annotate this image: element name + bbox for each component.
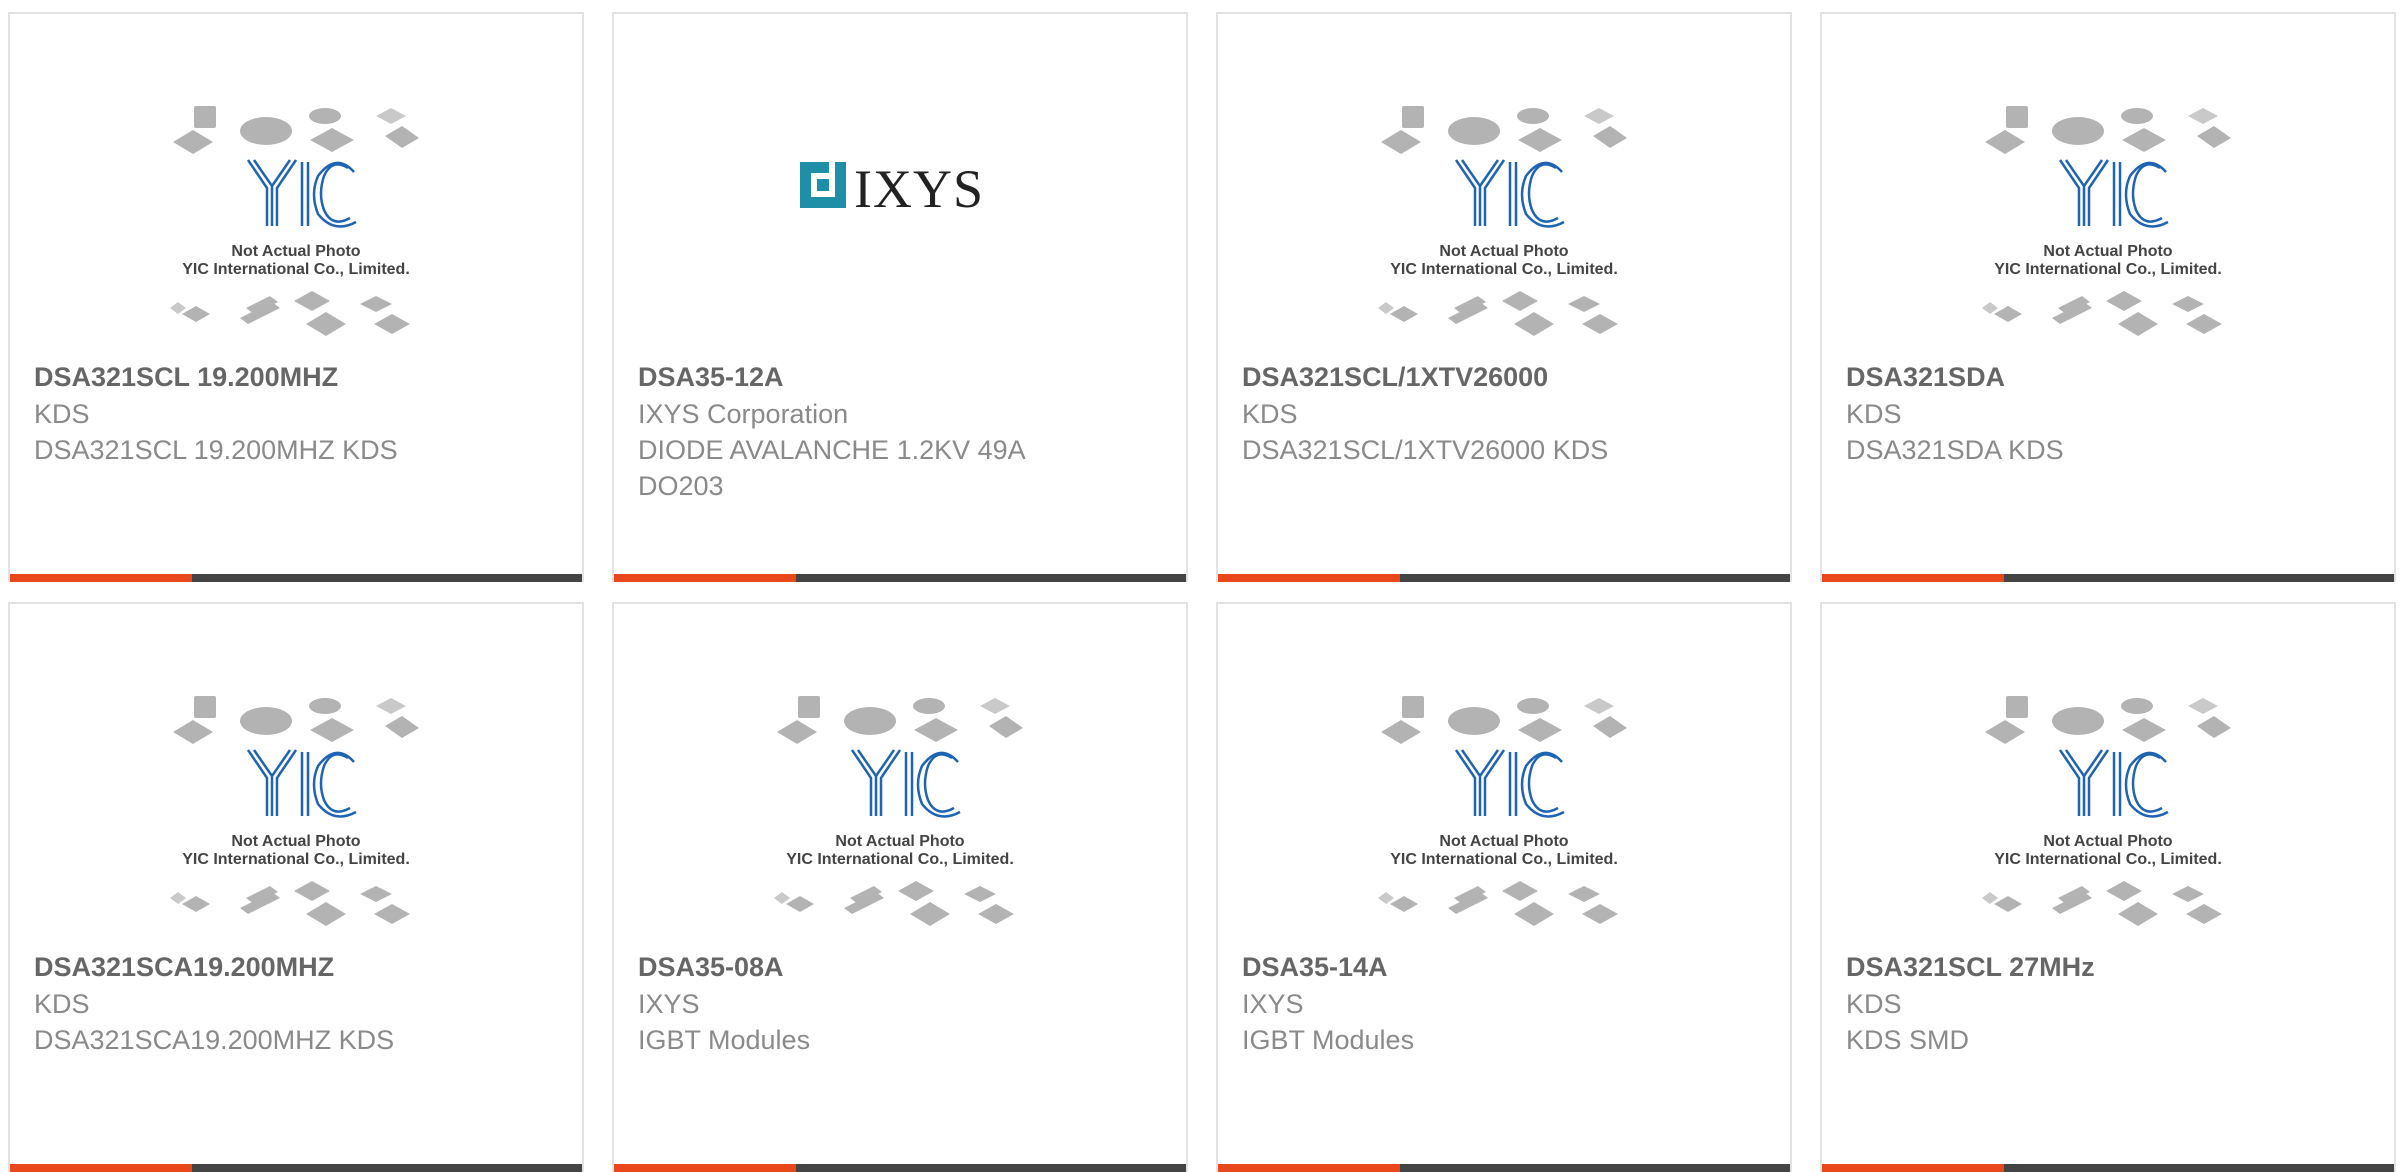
yic-placeholder-image: Not Actual Photo YIC International Co., … — [170, 696, 419, 926]
yic-placeholder-image: Not Actual Photo YIC International Co., … — [1982, 696, 2231, 926]
product-title[interactable]: DSA35-08A — [638, 950, 1178, 984]
product-image-logo[interactable]: IXYS — [614, 14, 1186, 354]
product-card[interactable]: Not Actual Photo YIC International Co., … — [8, 12, 584, 582]
svg-text:YIC International Co., Limited: YIC International Co., Limited. — [786, 851, 1014, 868]
product-description: KDS SMD — [1846, 1025, 1970, 1055]
card-accent-bar — [10, 1164, 192, 1172]
product-title[interactable]: DSA321SCA19.200MHZ — [34, 950, 574, 984]
svg-text:Not Actual Photo: Not Actual Photo — [231, 243, 360, 260]
product-card[interactable]: Not Actual Photo YIC International Co., … — [1216, 602, 1792, 1172]
product-brand: IXYS Corporation — [638, 399, 849, 429]
product-description: DSA321SCA19.200MHZ KDS — [34, 1025, 395, 1055]
svg-text:Not Actual Photo: Not Actual Photo — [1439, 243, 1568, 260]
svg-text:YIC International Co., Limited: YIC International Co., Limited. — [1994, 261, 2222, 278]
card-accent-bar — [614, 1164, 796, 1172]
product-title[interactable]: DSA35-12A — [638, 360, 1178, 394]
svg-text:YIC International Co., Limited: YIC International Co., Limited. — [1390, 851, 1618, 868]
card-bottom-bar — [614, 1164, 1186, 1172]
product-image-placeholder[interactable]: Not Actual Photo YIC International Co., … — [1218, 14, 1790, 354]
product-image-placeholder[interactable]: Not Actual Photo YIC International Co., … — [1218, 604, 1790, 944]
product-brand: KDS — [1242, 399, 1298, 429]
product-image-placeholder[interactable]: Not Actual Photo YIC International Co., … — [10, 604, 582, 944]
ixys-logo-icon — [800, 162, 846, 208]
card-bottom-bar — [1218, 1164, 1790, 1172]
product-card[interactable]: Not Actual Photo YIC International Co., … — [612, 602, 1188, 1172]
product-image-placeholder[interactable]: Not Actual Photo YIC International Co., … — [614, 604, 1186, 944]
product-brand: IXYS — [1242, 989, 1304, 1019]
product-title[interactable]: DSA35-14A — [1242, 950, 1782, 984]
svg-text:Not Actual Photo: Not Actual Photo — [1439, 833, 1568, 850]
card-accent-bar — [10, 574, 192, 582]
product-image-placeholder[interactable]: Not Actual Photo YIC International Co., … — [10, 14, 582, 354]
product-title[interactable]: DSA321SCL 27MHz — [1846, 950, 2386, 984]
ixys-logo-image: IXYS — [800, 159, 984, 219]
yic-placeholder-image: Not Actual Photo YIC International Co., … — [1378, 696, 1627, 926]
yic-placeholder-image: Not Actual Photo YIC International Co., … — [1982, 106, 2231, 336]
product-grid: Not Actual Photo YIC International Co., … — [0, 0, 2400, 1172]
svg-text:Not Actual Photo: Not Actual Photo — [835, 833, 964, 850]
product-description: IGBT Modules — [638, 1025, 811, 1055]
product-title[interactable]: DSA321SCL/1XTV26000 — [1242, 360, 1782, 394]
product-brand: KDS — [34, 989, 90, 1019]
yic-placeholder-image: Not Actual Photo YIC International Co., … — [1378, 106, 1627, 336]
card-accent-bar — [1822, 574, 2004, 582]
product-description: DSA321SCL 19.200MHZ KDS — [34, 435, 398, 465]
product-brand: KDS — [34, 399, 90, 429]
product-brand: KDS — [1846, 989, 1902, 1019]
card-bottom-bar — [1822, 574, 2394, 582]
svg-text:Not Actual Photo: Not Actual Photo — [2043, 243, 2172, 260]
product-card[interactable]: Not Actual Photo YIC International Co., … — [1216, 12, 1792, 582]
product-description: DIODE AVALANCHE 1.2KV 49A DO203 — [638, 435, 1025, 501]
card-accent-bar — [614, 574, 796, 582]
card-bottom-bar — [10, 1164, 582, 1172]
product-description: IGBT Modules — [1242, 1025, 1415, 1055]
svg-text:YIC International Co., Limited: YIC International Co., Limited. — [1390, 261, 1618, 278]
card-accent-bar — [1822, 1164, 2004, 1172]
product-card[interactable]: Not Actual Photo YIC International Co., … — [1820, 12, 2396, 582]
product-description: DSA321SDA KDS — [1846, 435, 2064, 465]
card-accent-bar — [1218, 1164, 1400, 1172]
product-title[interactable]: DSA321SCL 19.200MHZ — [34, 360, 574, 394]
svg-text:IXYS: IXYS — [854, 159, 984, 219]
product-card[interactable]: Not Actual Photo YIC International Co., … — [1820, 602, 2396, 1172]
card-accent-bar — [1218, 574, 1400, 582]
card-bottom-bar — [1822, 1164, 2394, 1172]
svg-text:YIC International Co., Limited: YIC International Co., Limited. — [182, 851, 410, 868]
svg-text:Not Actual Photo: Not Actual Photo — [2043, 833, 2172, 850]
product-image-placeholder[interactable]: Not Actual Photo YIC International Co., … — [1822, 14, 2394, 354]
product-brand: KDS — [1846, 399, 1902, 429]
product-title[interactable]: DSA321SDA — [1846, 360, 2386, 394]
card-bottom-bar — [10, 574, 582, 582]
product-card[interactable]: Not Actual Photo YIC International Co., … — [8, 602, 584, 1172]
product-brand: IXYS — [638, 989, 700, 1019]
card-bottom-bar — [614, 574, 1186, 582]
yic-placeholder-image: Not Actual Photo YIC International Co., … — [774, 696, 1023, 926]
svg-text:YIC International Co., Limited: YIC International Co., Limited. — [182, 261, 410, 278]
yic-placeholder-image: Not Actual Photo YIC International Co., … — [170, 106, 419, 336]
product-image-placeholder[interactable]: Not Actual Photo YIC International Co., … — [1822, 604, 2394, 944]
svg-text:YIC International Co., Limited: YIC International Co., Limited. — [1994, 851, 2222, 868]
product-description: DSA321SCL/1XTV26000 KDS — [1242, 435, 1609, 465]
svg-text:Not Actual Photo: Not Actual Photo — [231, 833, 360, 850]
card-bottom-bar — [1218, 574, 1790, 582]
product-card[interactable]: IXYS DSA35-12A IXYS Corporation DIODE AV… — [612, 12, 1188, 582]
